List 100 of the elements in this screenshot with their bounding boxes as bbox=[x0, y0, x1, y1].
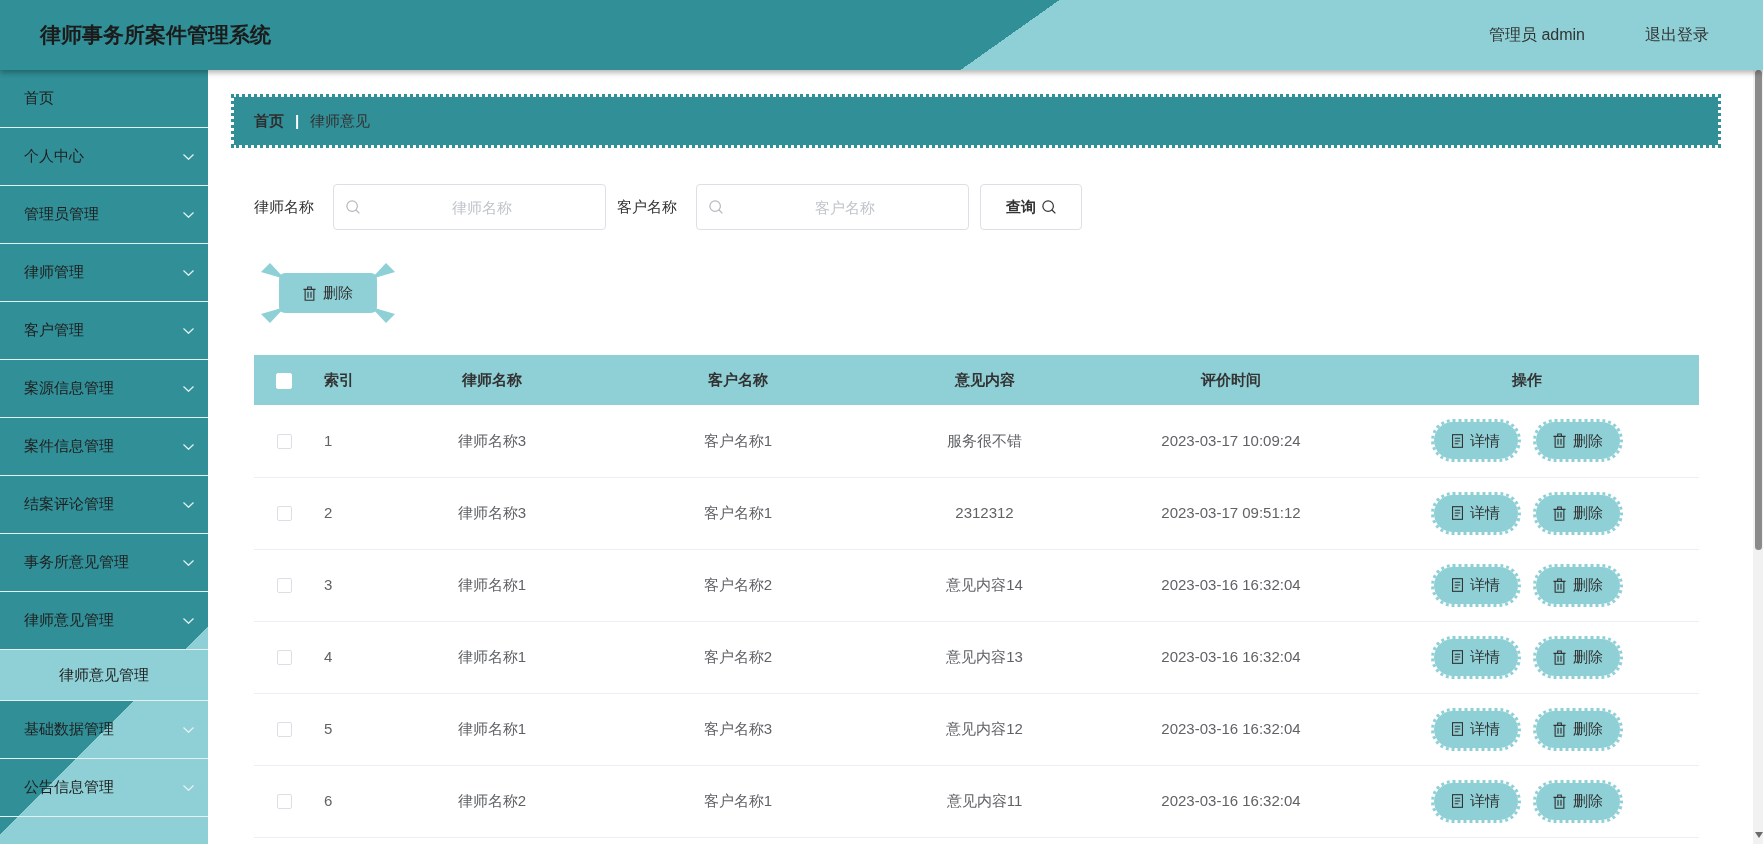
table-cell: 客户名称1 bbox=[703, 791, 773, 809]
row-checkbox[interactable] bbox=[276, 578, 292, 594]
scroll-down-arrow-icon bbox=[1755, 832, 1763, 838]
scrollbar-thumb[interactable] bbox=[1755, 70, 1762, 550]
detail-button[interactable]: 详情 bbox=[1430, 707, 1521, 751]
field-label: 律师名称 bbox=[254, 196, 314, 217]
detail-button[interactable]: 详情 bbox=[1430, 491, 1521, 535]
delete-button[interactable]: 删除 bbox=[1532, 707, 1623, 751]
logout-link[interactable]: 退出登录 bbox=[1645, 23, 1709, 47]
table-cell: 意见内容11 bbox=[946, 791, 1023, 809]
delete-button[interactable]: 删除 bbox=[1532, 419, 1623, 463]
detail-button[interactable]: 详情 bbox=[1430, 635, 1521, 679]
search-field[interactable]: 律师名称 bbox=[333, 184, 606, 230]
table-cell: 2023-03-16 16:32:04 bbox=[1161, 647, 1301, 665]
app-title: 律师事务所案件管理系统 bbox=[40, 22, 271, 49]
chevron-down-icon bbox=[183, 726, 194, 733]
sidebar-item[interactable]: 案源信息管理 bbox=[0, 360, 208, 418]
sidebar-item[interactable]: 基础数据管理 bbox=[0, 701, 208, 759]
search-field[interactable]: 客户名称 bbox=[696, 184, 969, 230]
chevron-down-icon bbox=[183, 153, 194, 160]
document-icon bbox=[1451, 650, 1463, 664]
delete-button[interactable]: 删除 bbox=[261, 263, 395, 323]
table-cell: 客户名称2 bbox=[703, 575, 773, 593]
detail-button[interactable]: 详情 bbox=[1430, 779, 1521, 823]
delete-button[interactable]: 删除 bbox=[1532, 635, 1623, 679]
table-cell: 律师名称1 bbox=[457, 575, 527, 593]
trash-icon bbox=[1552, 721, 1566, 737]
sidebar-subitem[interactable]: 律师意见管理 bbox=[0, 650, 208, 701]
row-checkbox[interactable] bbox=[276, 794, 292, 810]
table-cell: 服务很不错 bbox=[947, 431, 1022, 449]
chevron-down-icon bbox=[183, 501, 194, 508]
search-icon bbox=[346, 200, 360, 214]
table-cell: 客户名称1 bbox=[703, 503, 773, 521]
row-checkbox[interactable] bbox=[276, 434, 292, 450]
admin-user-label: 管理员 admin bbox=[1488, 25, 1585, 45]
table-cell: 律师名称3 bbox=[457, 431, 527, 449]
sidebar-item[interactable]: 个人中心 bbox=[0, 128, 208, 186]
trash-icon bbox=[1552, 433, 1566, 449]
table-cell: 2023-03-16 16:32:04 bbox=[1161, 575, 1301, 593]
sidebar-item[interactable]: 首页 bbox=[0, 70, 208, 128]
table-cell: 律师名称2 bbox=[457, 791, 527, 809]
chevron-down-icon bbox=[183, 443, 194, 450]
document-icon bbox=[1451, 433, 1463, 448]
column-header: 意见内容 bbox=[954, 370, 1015, 388]
table-cell: 5 bbox=[324, 719, 333, 737]
detail-button[interactable]: 详情 bbox=[1430, 563, 1521, 607]
query-button[interactable]: 查询 bbox=[980, 184, 1082, 230]
table-cell: 客户名称1 bbox=[703, 431, 773, 449]
chevron-down-icon bbox=[183, 559, 194, 566]
select-all-checkbox[interactable] bbox=[276, 372, 292, 389]
table-cell: 意见内容14 bbox=[946, 575, 1023, 593]
row-checkbox[interactable] bbox=[276, 650, 292, 666]
table-cell: 2023-03-16 16:32:04 bbox=[1161, 719, 1301, 737]
trash-icon bbox=[1552, 505, 1566, 521]
table-cell: 律师名称1 bbox=[457, 719, 527, 737]
chevron-down-icon bbox=[183, 784, 194, 791]
trash-icon bbox=[1552, 649, 1566, 665]
breadcrumb-current: 律师意见 bbox=[310, 110, 371, 131]
table-cell: 2 bbox=[324, 503, 333, 521]
table-cell: 意见内容13 bbox=[946, 647, 1023, 665]
table-cell: 4 bbox=[324, 647, 333, 665]
document-icon bbox=[1451, 722, 1463, 736]
document-icon bbox=[1451, 794, 1463, 808]
table-cell: 律师名称1 bbox=[457, 647, 527, 665]
breadcrumb-link[interactable]: 首页 bbox=[254, 109, 284, 133]
chevron-down-icon bbox=[183, 617, 194, 624]
delete-button[interactable]: 删除 bbox=[1532, 779, 1623, 823]
table-cell: 律师名称3 bbox=[457, 503, 527, 521]
document-icon bbox=[1451, 506, 1463, 520]
chevron-down-icon bbox=[183, 327, 194, 334]
row-checkbox[interactable] bbox=[276, 506, 292, 522]
delete-button[interactable]: 删除 bbox=[1532, 491, 1623, 535]
row-checkbox[interactable] bbox=[276, 722, 292, 738]
table-cell: 2312312 bbox=[955, 503, 1014, 521]
table-cell: 3 bbox=[324, 575, 333, 593]
sidebar-item[interactable]: 客户管理 bbox=[0, 302, 208, 360]
column-header: 律师名称 bbox=[462, 370, 522, 388]
chevron-down-icon bbox=[183, 211, 194, 218]
delete-button[interactable]: 删除 bbox=[1532, 563, 1623, 607]
chevron-down-icon bbox=[183, 269, 194, 276]
column-header: 操作 bbox=[1511, 370, 1542, 388]
breadcrumb-separator: | bbox=[295, 110, 300, 131]
table-cell: 2023-03-17 10:09:24 bbox=[1161, 431, 1301, 449]
chevron-down-icon bbox=[183, 385, 194, 392]
sidebar-item[interactable]: 律师管理 bbox=[0, 244, 208, 302]
table-cell: 客户名称3 bbox=[703, 719, 773, 737]
table-cell: 2023-03-17 09:51:12 bbox=[1161, 503, 1301, 521]
sidebar-item[interactable]: 管理员管理 bbox=[0, 186, 208, 244]
sidebar-item[interactable]: 案件信息管理 bbox=[0, 418, 208, 476]
column-header: 评价时间 bbox=[1201, 370, 1261, 388]
sidebar-item[interactable]: 事务所意见管理 bbox=[0, 534, 208, 592]
column-header: 客户名称 bbox=[708, 370, 768, 388]
trash-icon bbox=[1552, 793, 1566, 809]
search-icon bbox=[709, 200, 723, 214]
search-icon bbox=[1042, 200, 1056, 214]
column-header: 索引 bbox=[324, 370, 354, 388]
table-cell: 6 bbox=[324, 791, 333, 809]
trash-icon bbox=[303, 285, 316, 301]
sidebar-item[interactable]: 结案评论管理 bbox=[0, 476, 208, 534]
detail-button[interactable]: 详情 bbox=[1430, 419, 1521, 463]
